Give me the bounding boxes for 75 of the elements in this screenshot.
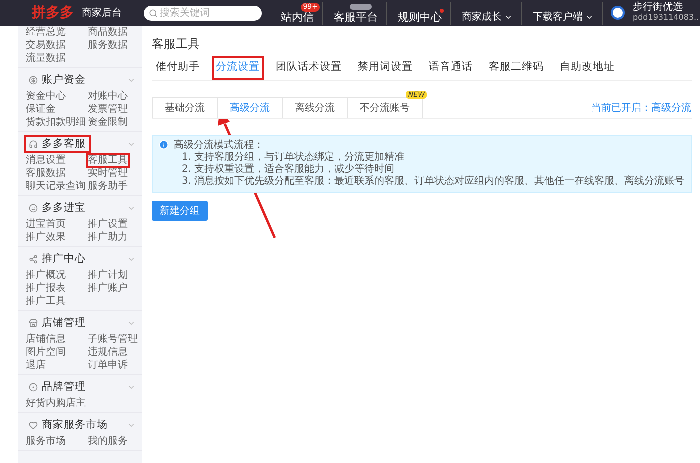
user-name: 步行街优选	[633, 3, 684, 13]
tab[interactable]: 分流设置	[212, 56, 264, 80]
tab[interactable]: 语音通话	[425, 56, 477, 80]
section-label: 商家服务市场	[42, 418, 108, 432]
sidebar-section-title[interactable]: 店铺管理	[24, 314, 91, 332]
sidebar-item[interactable]: 推广效果	[25, 231, 67, 244]
search-field[interactable]: 搜索关键词	[144, 6, 262, 20]
logo: 拼多多	[32, 4, 74, 22]
sub-tab[interactable]: 基础分流	[152, 97, 218, 118]
sidebar-item[interactable]: 退店	[25, 359, 47, 372]
sidebar-item[interactable]: 推广账户	[87, 282, 129, 295]
section-label: 店铺管理	[42, 316, 86, 330]
sidebar-item[interactable]: 客服工具	[87, 154, 129, 167]
page-title: 客服工具	[152, 36, 201, 53]
section-label: 多多进宝	[42, 201, 86, 215]
sidebar-section-title[interactable]: 推广中心	[24, 250, 91, 268]
sub-tab[interactable]: 不分流账号	[347, 97, 423, 118]
sidebar-item[interactable]: 推广计划	[87, 269, 129, 282]
sidebar-item[interactable]: 货款扣款明细	[25, 116, 87, 129]
section-label: 多多客服	[42, 137, 86, 151]
sidebar-item[interactable]: 子账号管理	[87, 333, 139, 346]
sidebar-item[interactable]: 客服数据	[25, 167, 67, 180]
sidebar-item[interactable]: 服务助手	[87, 180, 129, 193]
sidebar-item[interactable]: 订单申诉	[87, 359, 129, 372]
sidebar-item[interactable]: 好货内购店主	[25, 397, 87, 410]
section-label: 品牌管理	[42, 380, 86, 394]
sidebar-item[interactable]: 经营总览	[25, 26, 67, 39]
sidebar-item[interactable]: 推广工具	[25, 295, 67, 308]
sidebar-item[interactable]: 实时管理	[87, 167, 129, 180]
sidebar-item[interactable]: 流量数据	[25, 52, 67, 65]
sidebar-item[interactable]: 交易数据	[25, 39, 67, 52]
sidebar-section-title[interactable]: 多多客服	[24, 135, 91, 153]
sidebar-item[interactable]: 资金限制	[87, 116, 129, 129]
nav-link[interactable]: 客服平台	[331, 2, 384, 24]
tab[interactable]: 禁用词设置	[354, 56, 417, 80]
sidebar-item[interactable]: 商品数据	[87, 26, 129, 39]
tab[interactable]: 催付助手	[152, 56, 204, 80]
sidebar-item[interactable]: 资金中心	[25, 90, 67, 103]
sidebar-item[interactable]: 推广概况	[25, 269, 67, 282]
sidebar-item[interactable]: 推广报表	[25, 282, 67, 295]
info-line: 1. 支持客服分组，与订单状态绑定，分流更加精准	[181, 152, 406, 164]
user-account: pdd193114083...	[633, 13, 700, 23]
tab[interactable]: 自助改地址	[556, 56, 619, 80]
section-label: 推广中心	[42, 252, 86, 266]
nav-link[interactable]: 下载客户端	[530, 2, 600, 24]
tab[interactable]: 团队话术设置	[272, 56, 346, 80]
sidebar-section-title[interactable]: 品牌管理	[24, 378, 91, 396]
logo-subtitle: 商家后台	[82, 6, 122, 20]
sidebar-section-title[interactable]: 商家服务市场	[24, 416, 113, 434]
tab[interactable]: 客服二维码	[485, 56, 548, 80]
nav-link[interactable]: 规则中心	[395, 2, 448, 24]
sidebar-section-title[interactable]: 多多进宝	[24, 199, 91, 217]
sub-tab[interactable]: 高级分流	[217, 97, 283, 118]
sidebar-item[interactable]: 聊天记录查询	[25, 180, 87, 193]
sidebar-item[interactable]: 消息设置	[25, 154, 67, 167]
sidebar-item[interactable]: 保证金	[25, 103, 57, 116]
sidebar-item[interactable]: 我的服务	[87, 435, 129, 448]
sidebar-item[interactable]: 推广设置	[87, 218, 129, 231]
section-label: 账户资金	[42, 73, 86, 87]
new-group-button[interactable]: 新建分组	[152, 201, 208, 221]
sidebar-item[interactable]: 店铺信息	[25, 333, 67, 346]
sidebar-item[interactable]: 进宝首页	[25, 218, 67, 231]
info-line: 2. 支持权重设置，适合客服能力，减少等待时间	[181, 164, 396, 176]
info-line: 3. 消息按如下优先级分配至客服：最近联系的客服、订单状态对应组内的客服、其他任一在线客服、离线分流账号	[181, 176, 685, 188]
sidebar-item[interactable]: 发票管理	[87, 103, 129, 116]
sidebar-item[interactable]: 图片空间	[25, 346, 67, 359]
sidebar-item[interactable]: 服务数据	[87, 39, 129, 52]
sidebar-item[interactable]: 服务市场	[25, 435, 67, 448]
sidebar-section-title[interactable]: 账户资金	[24, 71, 91, 89]
sidebar-item[interactable]: 违规信息	[87, 346, 129, 359]
sidebar-item[interactable]: 对账中心	[87, 90, 129, 103]
info-title: 高级分流模式流程：	[174, 140, 265, 152]
nav-link[interactable]: 商家成长	[459, 2, 519, 24]
sidebar-item[interactable]: 推广助力	[87, 231, 129, 244]
status-text: 当前已开启：高级分流	[592, 102, 692, 116]
